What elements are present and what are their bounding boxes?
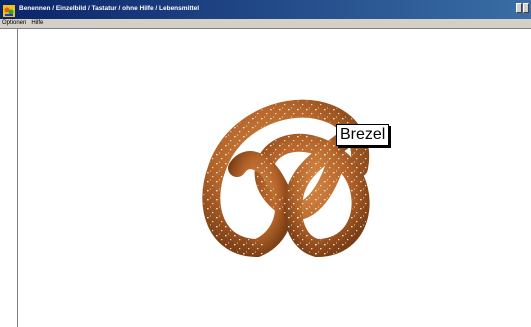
word-label: Brezel (336, 124, 390, 146)
title-bar[interactable]: Benennen / Einzelbild / Tastatur / ohne … (0, 0, 531, 19)
menu-options[interactable]: Optionen (2, 19, 26, 28)
window-controls (516, 3, 529, 15)
maximize-button[interactable] (523, 3, 529, 13)
window-title: Benennen / Einzelbild / Tastatur / ohne … (19, 5, 200, 12)
word-label-text: Brezel (340, 126, 386, 143)
app-window: Benennen / Einzelbild / Tastatur / ohne … (0, 0, 531, 327)
app-icon (3, 2, 15, 17)
pretzel-image (202, 99, 370, 257)
menu-help[interactable]: Hilfe (31, 19, 43, 28)
menu-bar: Optionen Hilfe (0, 19, 531, 29)
minimize-button[interactable] (516, 3, 522, 13)
